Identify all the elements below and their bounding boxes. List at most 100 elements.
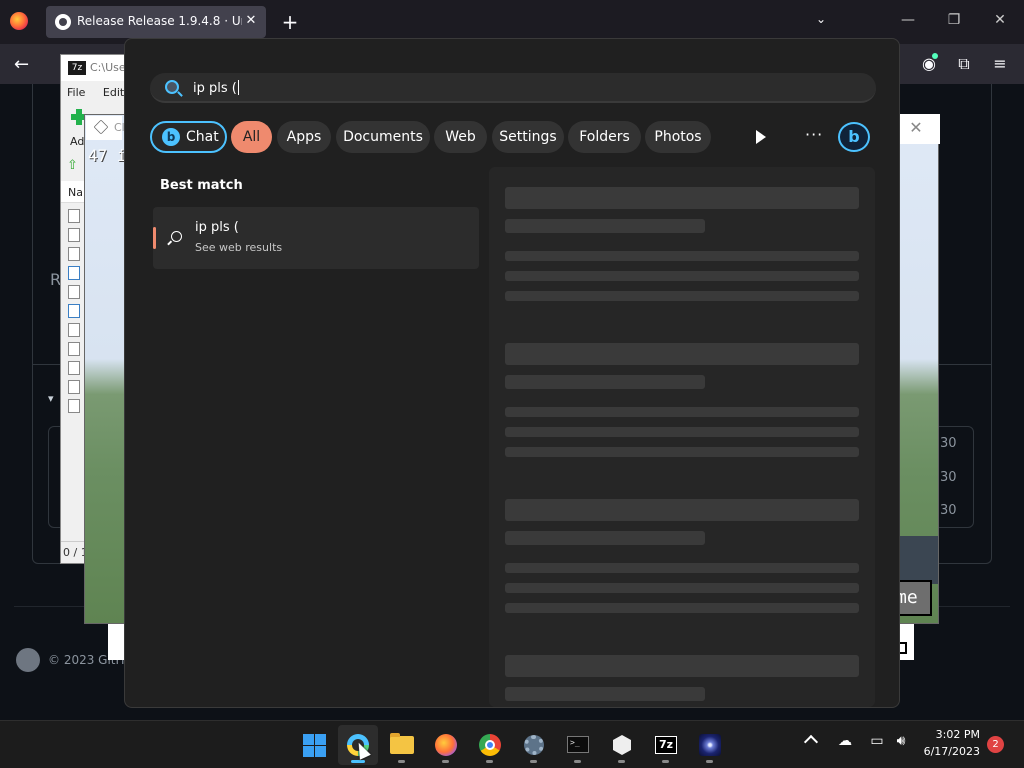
minecraft-close-icon[interactable]: ✕ — [906, 118, 926, 137]
extensions-icon[interactable]: ⧉ — [953, 54, 975, 74]
search-flyout: ip pls ( b Chat All Apps Documents Web S… — [124, 38, 900, 708]
file-icon — [68, 228, 80, 242]
skeleton-line — [505, 447, 859, 457]
minecraft-debug-text: 47 i — [88, 146, 127, 165]
skeleton-line — [505, 427, 859, 437]
result-title: ip pls ( — [195, 220, 239, 235]
chip-folders[interactable]: Folders — [568, 121, 641, 153]
file-icon — [68, 304, 80, 318]
skeleton-line — [505, 219, 705, 233]
add-label: Ad — [70, 135, 85, 148]
chip-label: Chat — [186, 129, 219, 145]
skeleton-line — [505, 291, 859, 301]
menu-edit[interactable]: Edit — [103, 86, 124, 99]
minimize-button[interactable]: — — [898, 12, 918, 28]
file-icon — [68, 285, 80, 299]
chip-chat[interactable]: b Chat — [150, 121, 227, 153]
file-icon — [68, 361, 80, 375]
running-indicator — [662, 760, 669, 763]
cube-icon — [613, 735, 631, 755]
file-icon — [68, 209, 80, 223]
sevenzip-icon: 7z — [655, 736, 677, 754]
start-button[interactable] — [294, 725, 334, 765]
file-icon — [68, 266, 80, 280]
menu-icon[interactable]: ≡ — [989, 54, 1011, 73]
up-folder-icon[interactable]: ⇧ — [67, 159, 81, 173]
file-icon — [68, 399, 80, 413]
chip-photos[interactable]: Photos — [645, 121, 711, 153]
onedrive-offline-icon[interactable]: ☁ — [834, 733, 856, 749]
running-indicator — [706, 760, 713, 763]
file-icon — [68, 380, 80, 394]
search-query: ip pls ( — [193, 81, 237, 96]
selection-indicator — [153, 227, 156, 249]
more-options-icon[interactable]: ··· — [805, 125, 823, 144]
file-icon — [68, 323, 80, 337]
clock-time[interactable]: 3:02 PM — [920, 728, 980, 741]
running-indicator — [398, 760, 405, 763]
skeleton-line — [505, 583, 859, 593]
skeleton-line — [505, 251, 859, 261]
file-icon — [68, 342, 80, 356]
chip-web[interactable]: Web — [434, 121, 487, 153]
folder-icon — [390, 733, 414, 754]
asset-date: 30 — [940, 470, 957, 485]
bing-icon[interactable]: b — [838, 122, 870, 152]
bing-chat-icon: b — [162, 128, 180, 146]
taskbar-minecraft-launcher[interactable] — [602, 725, 642, 765]
search-icon — [165, 80, 179, 94]
file-icon — [68, 247, 80, 261]
chip-apps[interactable]: Apps — [277, 121, 331, 153]
chip-all[interactable]: All — [231, 121, 272, 153]
taskbar-settings[interactable] — [514, 725, 554, 765]
clock-date[interactable]: 6/17/2023 — [916, 745, 980, 758]
firefox-icon[interactable] — [10, 12, 28, 30]
running-indicator — [530, 760, 537, 763]
new-tab-button[interactable]: + — [280, 10, 300, 34]
galaxy-icon — [699, 734, 721, 756]
taskbar-firefox[interactable] — [426, 725, 466, 765]
taskbar-7zip[interactable]: 7z — [646, 725, 686, 765]
taskbar-galaxy-app[interactable] — [690, 725, 730, 765]
volume-icon[interactable]: 🔊︎ — [890, 733, 912, 749]
web-search-icon — [171, 231, 182, 242]
back-button[interactable]: ← — [14, 54, 29, 75]
text-caret — [237, 80, 239, 95]
skeleton-block — [505, 187, 859, 209]
skeleton-block — [505, 343, 859, 365]
browser-tab[interactable]: Release Release 1.9.4.8 · Unkno ✕ — [46, 6, 266, 38]
search-input[interactable]: ip pls ( — [150, 73, 876, 103]
preview-pane-loading — [489, 167, 875, 707]
github-footer-logo[interactable] — [16, 648, 40, 672]
skeleton-line — [505, 687, 705, 701]
list-tabs-button[interactable]: ⌄ — [816, 12, 826, 26]
account-badge — [932, 53, 938, 59]
taskbar-terminal[interactable]: >_ — [558, 725, 598, 765]
taskbar-chrome[interactable] — [470, 725, 510, 765]
menu-file[interactable]: File — [67, 86, 85, 99]
skeleton-line — [505, 603, 859, 613]
browser-tab-title: Release Release 1.9.4.8 · Unkno — [77, 14, 242, 28]
asset-date: 30 — [940, 503, 957, 518]
chip-settings[interactable]: Settings — [492, 121, 564, 153]
running-indicator — [574, 760, 581, 763]
notification-badge[interactable]: 2 — [987, 736, 1004, 753]
taskbar-file-explorer[interactable] — [382, 725, 422, 765]
gear-icon — [524, 735, 544, 755]
maximize-button[interactable]: ❐ — [944, 12, 964, 28]
skeleton-block — [505, 655, 859, 677]
chip-documents[interactable]: Documents — [336, 121, 430, 153]
network-icon[interactable]: ▭ — [866, 733, 888, 749]
assets-toggle[interactable]: ▾ — [48, 392, 54, 405]
play-icon[interactable] — [756, 130, 766, 144]
close-window-button[interactable]: ✕ — [990, 12, 1010, 28]
windows-logo-icon — [303, 734, 326, 757]
skeleton-line — [505, 531, 705, 545]
firefox-icon — [435, 734, 457, 756]
chrome-icon — [479, 734, 501, 756]
sevenzip-logo-icon: 7z — [68, 61, 86, 75]
best-match-result[interactable]: ip pls ( See web results — [153, 207, 479, 269]
github-icon — [55, 14, 71, 30]
skeleton-line — [505, 563, 859, 573]
close-tab-icon[interactable]: ✕ — [242, 12, 260, 30]
